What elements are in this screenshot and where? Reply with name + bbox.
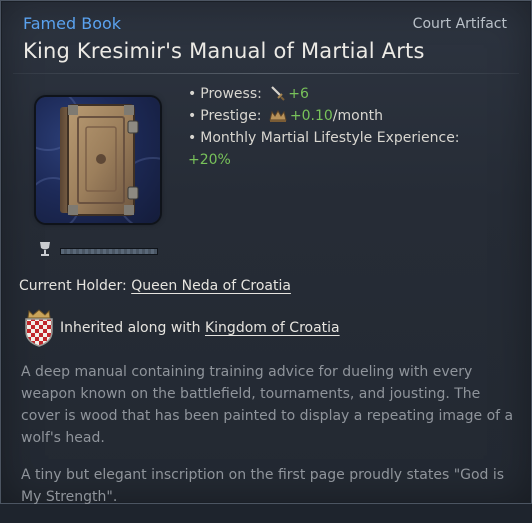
artifact-description: A deep manual containing training advice…	[21, 361, 515, 523]
modifier-martial-xp[interactable]: • Monthly Martial Lifestyle Experience: +…	[188, 127, 518, 171]
durability-bar	[60, 248, 158, 255]
modifier-label: Monthly Martial Lifestyle Experience:	[200, 130, 460, 146]
inheritance-text: Inherited along with Kingdom of Croatia	[60, 320, 340, 336]
artifact-durability	[38, 241, 168, 257]
inherited-title-link[interactable]: Kingdom of Croatia	[205, 320, 340, 336]
modifier-value: +6	[288, 86, 309, 102]
bullet: •	[188, 130, 197, 146]
modifier-suffix: /month	[332, 108, 383, 124]
holder-name-link[interactable]: Queen Neda of Croatia	[131, 278, 291, 294]
crown-icon	[269, 110, 287, 122]
modifier-list: • Prowess: +6 • Prestige: +0.10/month • Mon…	[188, 83, 518, 171]
title-divider	[13, 73, 519, 74]
description-paragraph: A deep manual containing training advice…	[21, 364, 514, 446]
artifact-tooltip: Famed Book Court Artifact King Kresimir'…	[0, 0, 532, 505]
modifier-prestige[interactable]: • Prestige: +0.10/month	[188, 105, 518, 127]
croatia-coat-of-arms-icon[interactable]	[23, 309, 55, 347]
artifact-rarity-label: Court Artifact	[412, 16, 507, 32]
bullet: •	[188, 86, 197, 102]
modifier-value: +0.10	[289, 108, 333, 124]
bullet: •	[188, 108, 197, 124]
holder-label: Current Holder:	[19, 278, 127, 294]
book-icon	[60, 104, 139, 216]
goblet-icon	[40, 242, 50, 256]
modifier-prowess[interactable]: • Prowess: +6	[188, 83, 518, 105]
sword-icon	[271, 86, 286, 101]
artifact-title: King Kresimir's Manual of Martial Arts	[23, 39, 425, 63]
artifact-image	[36, 97, 160, 223]
description-paragraph: A tiny but elegant inscription on the fi…	[21, 467, 505, 505]
modifier-label: Prowess:	[200, 86, 262, 102]
durability-fill	[61, 249, 157, 254]
modifier-value: +20%	[188, 152, 231, 168]
modifier-label: Prestige:	[200, 108, 262, 124]
current-holder: Current Holder: Queen Neda of Croatia	[19, 278, 291, 294]
inheritance-label: Inherited along with	[60, 320, 201, 336]
artifact-type-label: Famed Book	[23, 14, 122, 33]
